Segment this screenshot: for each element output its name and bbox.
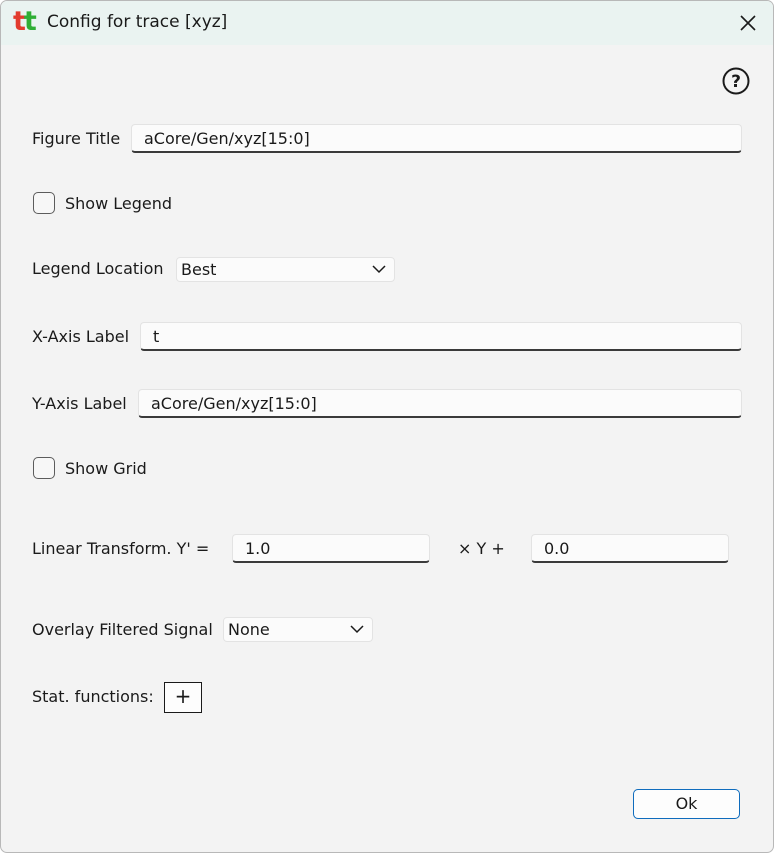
x-axis-label-label: X-Axis Label [32,327,130,346]
ok-button[interactable]: Ok [633,789,740,819]
app-logo-icon: tt [13,6,37,37]
legend-location-value: Best [181,260,217,279]
times-y-plus-label: × Y + [458,539,505,558]
window-title: Config for trace [xyz] [47,12,228,32]
transform-scale-input[interactable] [232,534,430,563]
x-axis-label-input[interactable] [140,322,742,351]
title-bar[interactable]: tt Config for trace [xyz] [1,1,773,45]
linear-transform-label: Linear Transform. Y' = [32,539,210,558]
chevron-down-icon [372,265,386,274]
legend-location-label: Legend Location [32,259,164,278]
legend-location-select[interactable]: Best [176,257,395,282]
show-grid-label: Show Grid [65,459,147,478]
config-dialog: tt Config for trace [xyz] ? Figure Title… [0,0,774,853]
transform-offset-input[interactable] [531,534,729,563]
y-axis-label-label: Y-Axis Label [32,394,127,413]
figure-title-input[interactable] [131,124,742,153]
figure-title-label: Figure Title [32,129,121,148]
close-icon [740,15,756,31]
close-button[interactable] [723,1,773,45]
overlay-filtered-signal-value: None [228,620,270,639]
chevron-down-icon [350,625,364,634]
help-button[interactable]: ? [721,66,751,96]
overlay-filtered-signal-label: Overlay Filtered Signal [32,620,213,639]
overlay-filtered-signal-select[interactable]: None [223,617,373,642]
show-legend-label: Show Legend [65,194,173,213]
add-stat-function-button[interactable]: + [164,682,202,713]
help-icon: ? [731,72,741,92]
show-legend-checkbox[interactable] [33,192,55,214]
show-grid-checkbox[interactable] [33,457,55,479]
stat-functions-label: Stat. functions: [32,687,154,706]
y-axis-label-input[interactable] [138,389,742,418]
